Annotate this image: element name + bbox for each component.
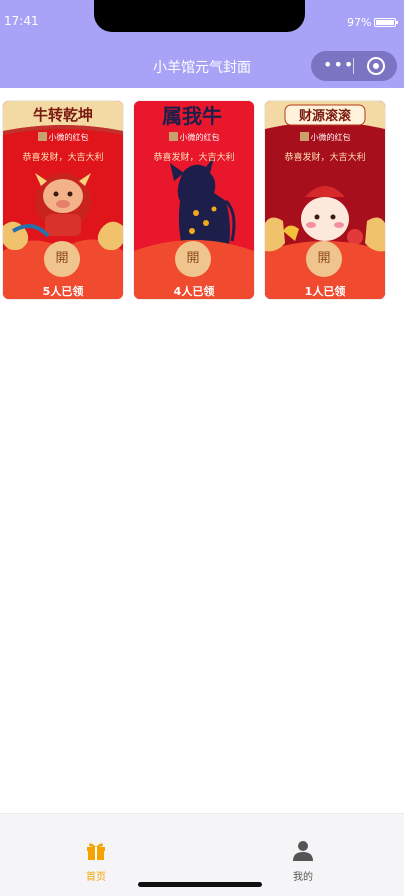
sender-label: 小微的红包 [265,132,385,143]
device-notch [94,0,305,32]
sender-avatar [37,132,47,141]
card-2-top-text: 属我牛 [162,104,222,128]
tab-home-label: 首页 [86,872,106,883]
battery-icon [374,18,398,27]
miniprogram-capsule: ••• [311,51,397,81]
close-circle-icon[interactable] [367,57,385,75]
claimed-count: 1人已领 [304,285,346,298]
tab-mine[interactable]: 我的 [273,838,333,883]
card-3-top-text: 财源滚滚 [299,108,352,124]
blessing-text: 恭喜发财，大吉大利 [284,153,366,163]
card-1-top-text: 牛转乾坤 [33,106,93,124]
open-button[interactable]: 開 [175,241,211,277]
tab-mine-label: 我的 [293,872,313,883]
status-time: 17:41 [4,14,39,28]
home-indicator [138,882,262,887]
cover-card-3[interactable]: 财源滚滚 小微的红包 恭喜发财，大吉大利 開 1人已领 [265,101,385,299]
gift-icon [87,843,105,860]
more-icon[interactable]: ••• [323,57,354,73]
battery-percent: 97% [347,16,372,29]
sender-avatar [299,132,309,141]
sender-avatar [168,132,178,141]
cover-card-1[interactable]: 牛转乾坤 小微的红包 恭喜发财，大吉大利 開 5人已领 [3,101,123,299]
header-bar: 17:41 97% 小羊馆元气封面 ••• [0,0,404,88]
claimed-count: 4人已领 [173,285,215,298]
sender-label: 小微的红包 [134,132,254,143]
cover-card-2[interactable]: 属我牛 小微的红包 恭喜发财，大吉大利 開 4人已领 [134,101,254,299]
capsule-divider [353,58,354,74]
blessing-text: 恭喜发财，大吉大利 [153,153,235,163]
user-icon [293,841,313,861]
claimed-count: 5人已领 [42,285,84,298]
tab-home[interactable]: 首页 [66,838,126,883]
sender-label: 小微的红包 [3,132,123,143]
blessing-text: 恭喜发财，大吉大利 [22,153,104,163]
open-button[interactable]: 開 [306,241,342,277]
open-button[interactable]: 開 [44,241,80,277]
